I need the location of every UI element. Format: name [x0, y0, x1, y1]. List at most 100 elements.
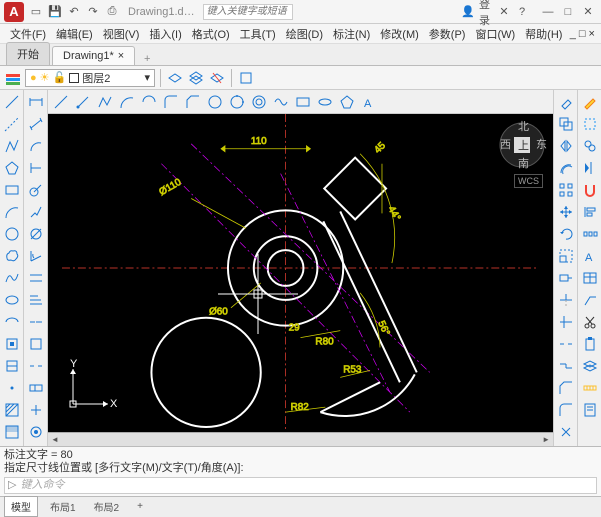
- command-input[interactable]: ▷ 键入命令: [4, 477, 597, 494]
- leader-tool[interactable]: [580, 290, 600, 310]
- menu-param[interactable]: 参数(P): [425, 24, 470, 44]
- menu-modify[interactable]: 修改(M): [376, 24, 423, 44]
- copy-tool[interactable]: [556, 114, 576, 134]
- ellipse-arc-tool[interactable]: [2, 312, 22, 332]
- dim-jogged-tool[interactable]: [26, 202, 46, 222]
- arc-tool[interactable]: [2, 202, 22, 222]
- tab-layout-add[interactable]: +: [131, 499, 149, 514]
- line2-tool[interactable]: [51, 92, 71, 112]
- layer-freeze-icon[interactable]: [187, 69, 205, 87]
- erase-tool[interactable]: [556, 92, 576, 112]
- move-tool[interactable]: [556, 202, 576, 222]
- tab-close-icon[interactable]: ×: [118, 50, 124, 62]
- menu-draw[interactable]: 绘图(D): [282, 24, 327, 44]
- tab-add-button[interactable]: +: [137, 53, 157, 65]
- tolerance-tool[interactable]: [26, 378, 46, 398]
- tab-model[interactable]: 模型: [4, 496, 38, 517]
- spline2-tool[interactable]: [271, 92, 291, 112]
- dim-space-tool[interactable]: [26, 334, 46, 354]
- help-icon[interactable]: ?: [515, 5, 529, 19]
- menu-format[interactable]: 格式(O): [188, 24, 234, 44]
- dim-diameter-tool[interactable]: [26, 224, 46, 244]
- layer-lock-icon[interactable]: [208, 69, 226, 87]
- revcloud-tool[interactable]: [2, 246, 22, 266]
- undo-icon[interactable]: ↶: [66, 4, 82, 20]
- layer-iso-icon[interactable]: [237, 69, 255, 87]
- signin-label[interactable]: 登录: [479, 5, 493, 19]
- array-tool[interactable]: [556, 180, 576, 200]
- trim-tool[interactable]: [556, 290, 576, 310]
- app-logo[interactable]: A: [4, 2, 24, 22]
- rotate-tool[interactable]: [556, 224, 576, 244]
- menu-help[interactable]: 帮助(H): [521, 24, 566, 44]
- gradient-tool[interactable]: [2, 422, 22, 442]
- poly2-tool[interactable]: [337, 92, 357, 112]
- make-block-tool[interactable]: [2, 356, 22, 376]
- pencil-tool[interactable]: [580, 92, 600, 112]
- dim-quick-tool[interactable]: [26, 268, 46, 288]
- mirror2-tool[interactable]: [580, 158, 600, 178]
- dim-radius-tool[interactable]: [26, 180, 46, 200]
- menu-tools[interactable]: 工具(T): [236, 24, 280, 44]
- center-mark-tool[interactable]: [26, 400, 46, 420]
- polyline-tool[interactable]: [2, 136, 22, 156]
- print-icon[interactable]: ⎙: [104, 4, 120, 20]
- text-tool[interactable]: A: [359, 92, 379, 112]
- group-tool[interactable]: [580, 136, 600, 156]
- layer-dropdown[interactable]: ● ☀ 🔓 图层2 ▾: [25, 69, 155, 87]
- point-tool[interactable]: [2, 378, 22, 398]
- tab-start[interactable]: 开始: [6, 42, 50, 65]
- fillet2-tool[interactable]: [556, 400, 576, 420]
- magnet-tool[interactable]: [580, 180, 600, 200]
- tab-drawing1[interactable]: Drawing1*×: [52, 46, 135, 65]
- horizontal-scrollbar[interactable]: [48, 432, 553, 446]
- minimize-button[interactable]: —: [539, 5, 557, 19]
- redo-icon[interactable]: ↷: [85, 4, 101, 20]
- text2-tool[interactable]: A: [580, 246, 600, 266]
- arc2-tool[interactable]: [117, 92, 137, 112]
- dim-continue-tool[interactable]: [26, 312, 46, 332]
- break-tool[interactable]: [556, 334, 576, 354]
- dim-break-tool[interactable]: [26, 356, 46, 376]
- circle2-tool[interactable]: [205, 92, 225, 112]
- dim-arc-tool[interactable]: [26, 136, 46, 156]
- insert-block-tool[interactable]: [2, 334, 22, 354]
- dim-linear-tool[interactable]: [26, 92, 46, 112]
- hatch-tool[interactable]: [2, 400, 22, 420]
- signin-icon[interactable]: 👤: [461, 5, 475, 19]
- rectangle-tool[interactable]: [2, 180, 22, 200]
- menu-insert[interactable]: 插入(I): [145, 24, 185, 44]
- offset-tool[interactable]: [556, 158, 576, 178]
- mirror-tool[interactable]: [556, 136, 576, 156]
- menu-view[interactable]: 视图(V): [99, 24, 144, 44]
- extend-tool[interactable]: [556, 312, 576, 332]
- drawing-canvas[interactable]: Ø110 Ø60 110 44° 45 R80 R53 R82: [48, 114, 553, 432]
- ray-tool[interactable]: [73, 92, 93, 112]
- save-icon[interactable]: 💾: [47, 4, 63, 20]
- maximize-button[interactable]: □: [559, 5, 577, 19]
- spline-tool[interactable]: [2, 268, 22, 288]
- circle-tool[interactable]: [2, 224, 22, 244]
- inspection-tool[interactable]: [26, 422, 46, 442]
- polygon-tool[interactable]: [2, 158, 22, 178]
- ell2-tool[interactable]: [315, 92, 335, 112]
- menu-window[interactable]: 窗口(W): [471, 24, 519, 44]
- layer-off-icon[interactable]: [166, 69, 184, 87]
- menu-edit[interactable]: 编辑(E): [52, 24, 97, 44]
- menu-file[interactable]: 文件(F): [6, 24, 50, 44]
- paste-tool[interactable]: [580, 334, 600, 354]
- donut-tool[interactable]: [249, 92, 269, 112]
- layer-properties-icon[interactable]: [4, 69, 22, 87]
- dim-angular-tool[interactable]: [26, 246, 46, 266]
- align-tool[interactable]: [580, 202, 600, 222]
- circle3-tool[interactable]: [227, 92, 247, 112]
- table-tool[interactable]: [580, 268, 600, 288]
- search-input[interactable]: [203, 4, 293, 20]
- dim-ordinate-tool[interactable]: [26, 158, 46, 178]
- open-icon[interactable]: ▭: [28, 4, 44, 20]
- construction-line-tool[interactable]: [2, 114, 22, 134]
- select-tool[interactable]: [580, 114, 600, 134]
- menu-dimension[interactable]: 标注(N): [329, 24, 374, 44]
- line-tool[interactable]: [2, 92, 22, 112]
- pline-tool[interactable]: [95, 92, 115, 112]
